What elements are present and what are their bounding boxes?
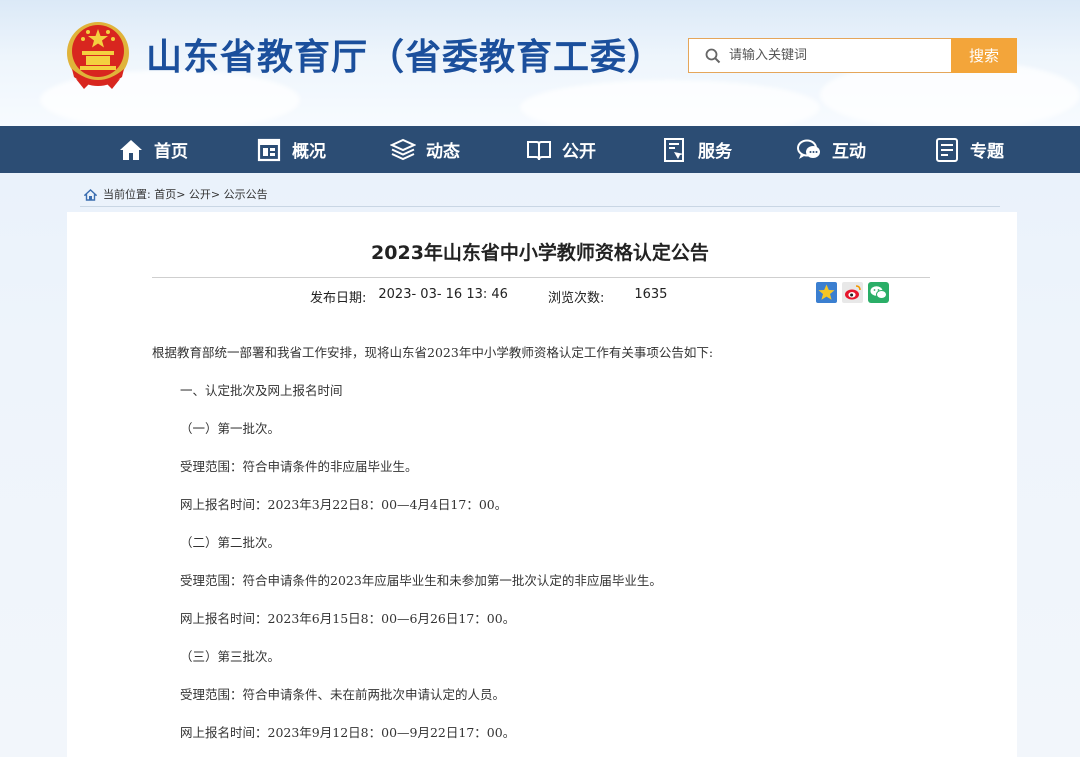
news-stack-icon [390, 138, 416, 160]
nav-label: 首页 [154, 142, 188, 162]
home-icon [120, 139, 142, 160]
search-icon [705, 48, 721, 63]
nav-item-open[interactable]: 公开 [526, 126, 596, 173]
weibo-icon[interactable] [842, 282, 863, 303]
chat-bubbles-icon [797, 139, 820, 159]
topic-list-icon [936, 137, 958, 162]
site-header: 山东省教育厅（省委教育工委） 搜索 [0, 0, 1080, 126]
service-doc-icon [664, 137, 684, 162]
location-home-icon [84, 188, 97, 201]
main-nav: 首页 概况 动态 公开 服务 互动 专题 [0, 126, 1080, 173]
nav-label: 公开 [562, 142, 596, 162]
nav-label: 服务 [698, 142, 732, 162]
nav-item-topic[interactable]: 专题 [934, 126, 1004, 173]
paragraph-section-heading: 一、认定批次及网上报名时间 [180, 383, 343, 398]
search-input[interactable] [729, 48, 929, 63]
paragraph-batch-3-scope: 受理范围：符合申请条件、未在前两批次申请认定的人员。 [180, 687, 506, 702]
publish-date: 2023- 03- 16 13: 46 [378, 287, 508, 302]
nav-item-home[interactable]: 首页 [118, 126, 188, 173]
nav-item-overview[interactable]: 概况 [256, 126, 326, 173]
wechat-icon[interactable] [868, 282, 889, 303]
search-box [688, 38, 952, 73]
paragraph-batch-1-scope: 受理范围：符合申请条件的非应届毕业生。 [180, 459, 418, 474]
paragraph-batch-2-scope: 受理范围：符合申请条件的2023年应届毕业生和未参加第一批次认定的非应届毕业生。 [180, 573, 662, 588]
views-count: 1635 [634, 287, 668, 302]
overview-icon [257, 138, 281, 161]
nav-item-news[interactable]: 动态 [390, 126, 460, 173]
paragraph-batch-2: （二）第二批次。 [180, 535, 281, 550]
nav-label: 动态 [426, 142, 460, 162]
publish-date-label: 发布日期: [310, 291, 367, 306]
favorite-star-icon[interactable] [816, 282, 837, 303]
share-bar [816, 282, 894, 303]
breadcrumb: 当前位置: 首页> 公开> 公示公告 [84, 185, 268, 203]
search-button[interactable]: 搜索 [951, 38, 1017, 73]
paragraph-intro: 根据教育部统一部署和我省工作安排，现将山东省2023年中小学教师资格认定工作有关… [152, 345, 714, 360]
breadcrumb-divider [80, 206, 1000, 207]
nav-item-interact[interactable]: 互动 [796, 126, 866, 173]
paragraph-batch-1-time: 网上报名时间：2023年3月22日8：00—4月4日17：00。 [180, 497, 508, 512]
nav-label: 概况 [292, 142, 326, 162]
article-title: 2023年山东省中小学教师资格认定公告 [371, 242, 709, 264]
title-divider [152, 277, 930, 278]
site-title[interactable]: 山东省教育厅（省委教育工委） [146, 28, 664, 80]
national-emblem-icon [67, 22, 129, 89]
nav-item-service[interactable]: 服务 [662, 126, 732, 173]
article-meta: 发布日期: 2023- 03- 16 13: 46 浏览次数: 1635 [310, 287, 667, 306]
nav-label: 互动 [832, 142, 866, 162]
paragraph-batch-1: （一）第一批次。 [180, 421, 281, 436]
nav-label: 专题 [970, 142, 1004, 162]
open-book-icon [527, 140, 551, 160]
paragraph-batch-2-time: 网上报名时间：2023年6月15日8：00—6月26日17：00。 [180, 611, 516, 626]
views-label: 浏览次数: [547, 291, 605, 306]
paragraph-batch-3: （三）第三批次。 [180, 649, 281, 664]
breadcrumb-text[interactable]: 当前位置: 首页> 公开> 公示公告 [103, 186, 268, 202]
paragraph-batch-3-time: 网上报名时间：2023年9月12日8：00—9月22日17：00。 [180, 725, 516, 740]
